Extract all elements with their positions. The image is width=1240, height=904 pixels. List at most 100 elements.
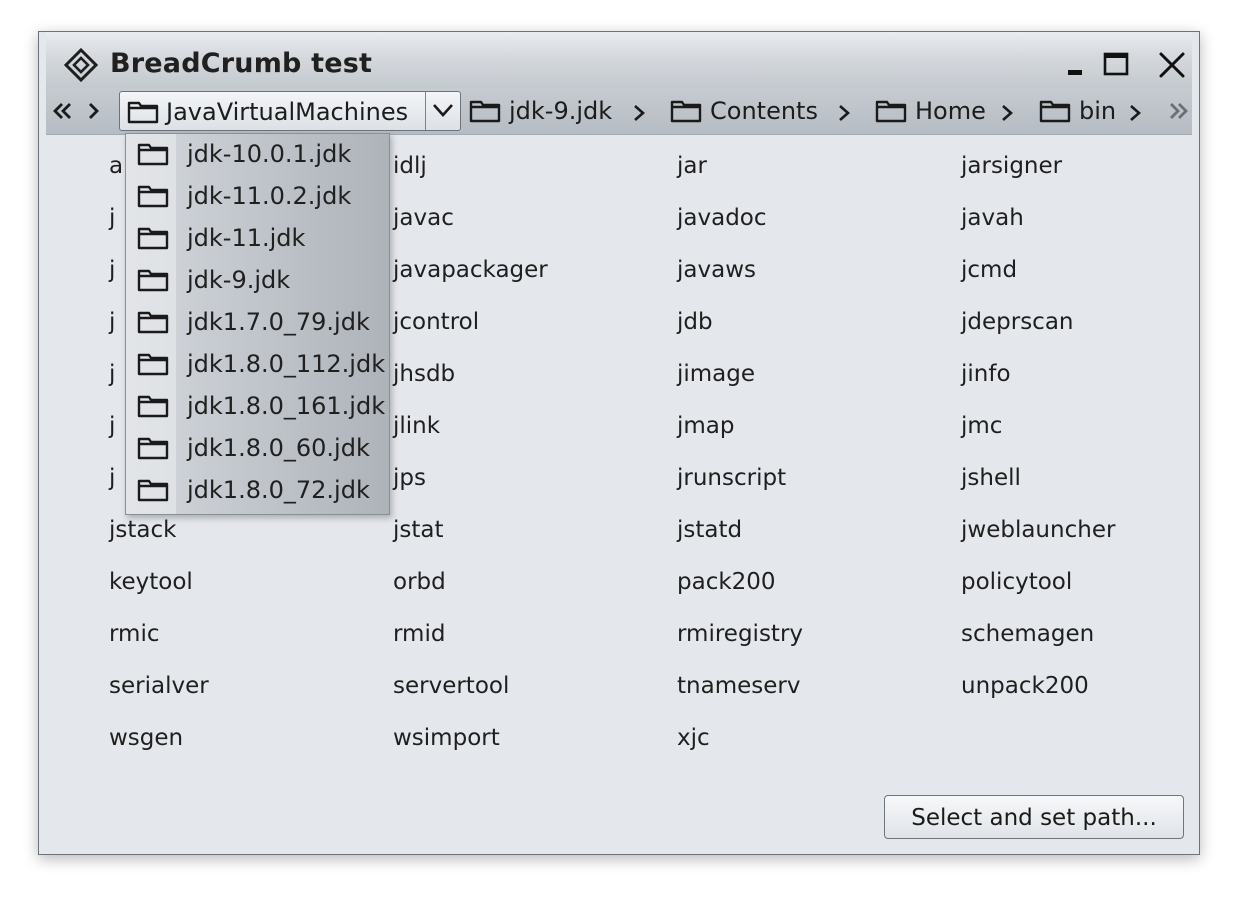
list-item[interactable]: jstack (109, 517, 176, 543)
folder-icon (137, 268, 169, 296)
list-item[interactable]: servertool (393, 673, 509, 699)
list-item[interactable]: schemagen (961, 621, 1094, 647)
list-item[interactable]: j (109, 309, 115, 335)
chevron-right-icon[interactable] (999, 103, 1015, 127)
list-item[interactable]: policytool (961, 569, 1072, 595)
list-item[interactable]: tnameserv (677, 673, 800, 699)
breadcrumb-popup-menu: jdk-10.0.1.jdk jdk-11.0.2.jdk jdk-11.jdk… (125, 133, 390, 515)
list-item[interactable]: jmc (961, 413, 1002, 439)
title-bar[interactable]: BreadCrumb test (46, 32, 1192, 90)
list-item[interactable]: javadoc (677, 205, 767, 231)
folder-icon (137, 436, 169, 464)
folder-icon (670, 99, 702, 127)
app-window: BreadCrumb test JavaVirtualMachines jdk-… (38, 31, 1200, 855)
list-item[interactable]: jdeprscan (961, 309, 1074, 335)
list-item[interactable]: xjc (677, 725, 710, 751)
list-item[interactable]: jstatd (677, 517, 742, 543)
list-item[interactable]: rmic (109, 621, 160, 647)
maximize-button[interactable] (1099, 50, 1133, 84)
crumb-label: Contents (710, 97, 818, 125)
close-button[interactable] (1155, 50, 1189, 84)
list-item[interactable]: j (109, 465, 115, 491)
list-item[interactable]: jweblauncher (961, 517, 1115, 543)
crumb-label: Home (915, 97, 986, 125)
window-frame: BreadCrumb test JavaVirtualMachines jdk-… (46, 32, 1192, 849)
list-item[interactable]: javac (393, 205, 454, 231)
popup-menu-item[interactable]: jdk1.8.0_112.jdk (126, 344, 389, 386)
list-item[interactable]: serialver (109, 673, 209, 699)
crumb-label: jdk-9.jdk (509, 97, 613, 125)
list-item[interactable]: jcmd (961, 257, 1017, 283)
list-item[interactable]: keytool (109, 569, 193, 595)
crumb-bin[interactable]: bin (1039, 88, 1147, 134)
list-item[interactable]: a (109, 153, 123, 179)
list-item[interactable]: j (109, 413, 115, 439)
list-item[interactable]: jarsigner (961, 153, 1062, 179)
folder-icon (127, 100, 159, 128)
breadcrumb-combo[interactable]: JavaVirtualMachines (119, 91, 461, 131)
popup-menu-item[interactable]: jdk-11.0.2.jdk (126, 176, 389, 218)
list-item[interactable]: orbd (393, 569, 446, 595)
list-item[interactable]: jar (677, 153, 707, 179)
popup-menu-item[interactable]: jdk1.8.0_161.jdk (126, 386, 389, 428)
folder-icon (875, 99, 907, 127)
list-item[interactable]: wsimport (393, 725, 500, 751)
list-item[interactable]: jlink (393, 413, 440, 439)
folder-icon (469, 99, 501, 127)
chevron-right-icon[interactable] (1127, 103, 1143, 127)
crumb-contents[interactable]: Contents (670, 88, 854, 134)
list-item[interactable]: j (109, 205, 115, 231)
list-item[interactable]: javaws (677, 257, 756, 283)
list-item[interactable]: jhsdb (393, 361, 455, 387)
popup-menu-item[interactable]: jdk1.8.0_60.jdk (126, 428, 389, 470)
list-item[interactable]: jstat (393, 517, 444, 543)
list-item[interactable]: jps (393, 465, 426, 491)
folder-icon (137, 352, 169, 380)
popup-menu-item-label: jdk1.8.0_112.jdk (187, 350, 386, 378)
list-item[interactable]: jrunscript (677, 465, 786, 491)
list-item[interactable]: j (109, 257, 115, 283)
chevron-right-icon[interactable] (631, 103, 647, 127)
minimize-button[interactable] (1057, 50, 1091, 84)
popup-menu-item-label: jdk1.8.0_60.jdk (187, 434, 370, 462)
combo-label: JavaVirtualMachines (166, 98, 409, 126)
list-item[interactable]: unpack200 (961, 673, 1089, 699)
list-item[interactable]: idlj (393, 153, 427, 179)
popup-menu-item[interactable]: jdk-9.jdk (126, 260, 389, 302)
overflow-button[interactable] (1164, 96, 1192, 126)
list-item[interactable]: javah (961, 205, 1024, 231)
popup-menu-item[interactable]: jdk-11.jdk (126, 218, 389, 260)
folder-icon (137, 142, 169, 170)
popup-menu-item-label: jdk-10.0.1.jdk (187, 140, 352, 168)
breadcrumb-bar: JavaVirtualMachines jdk-9.jdk Contents H… (46, 88, 1192, 135)
list-item[interactable]: j (109, 361, 115, 387)
back-button[interactable] (49, 96, 77, 126)
folder-icon (137, 226, 169, 254)
close-icon (1159, 52, 1185, 78)
list-item[interactable]: rmiregistry (677, 621, 803, 647)
list-item[interactable]: rmid (393, 621, 445, 647)
list-item[interactable]: jmap (677, 413, 735, 439)
chevron-right-icon[interactable] (836, 103, 852, 127)
list-item[interactable]: jdb (677, 309, 713, 335)
crumb-home[interactable]: Home (875, 88, 1015, 134)
minimize-icon (1068, 70, 1082, 75)
select-path-button[interactable]: Select and set path... (884, 795, 1184, 839)
list-item[interactable]: jinfo (961, 361, 1011, 387)
popup-menu-item-label: jdk1.7.0_79.jdk (187, 308, 370, 336)
list-item[interactable]: jcontrol (393, 309, 479, 335)
chevron-down-icon[interactable] (430, 99, 456, 127)
list-item[interactable]: pack200 (677, 569, 776, 595)
popup-menu-item-label: jdk1.8.0_161.jdk (187, 392, 386, 420)
double-chevron-right-icon (1170, 103, 1188, 119)
list-item[interactable]: wsgen (109, 725, 183, 751)
popup-menu-item[interactable]: jdk-10.0.1.jdk (126, 134, 389, 176)
list-item[interactable]: jshell (961, 465, 1021, 491)
crumb-jdk[interactable]: jdk-9.jdk (469, 88, 649, 134)
list-item[interactable]: jimage (677, 361, 755, 387)
forward-button[interactable] (80, 96, 108, 126)
popup-menu-item-label: jdk1.8.0_72.jdk (187, 476, 370, 504)
popup-menu-item[interactable]: jdk1.7.0_79.jdk (126, 302, 389, 344)
popup-menu-item[interactable]: jdk1.8.0_72.jdk (126, 470, 389, 512)
list-item[interactable]: javapackager (393, 257, 548, 283)
